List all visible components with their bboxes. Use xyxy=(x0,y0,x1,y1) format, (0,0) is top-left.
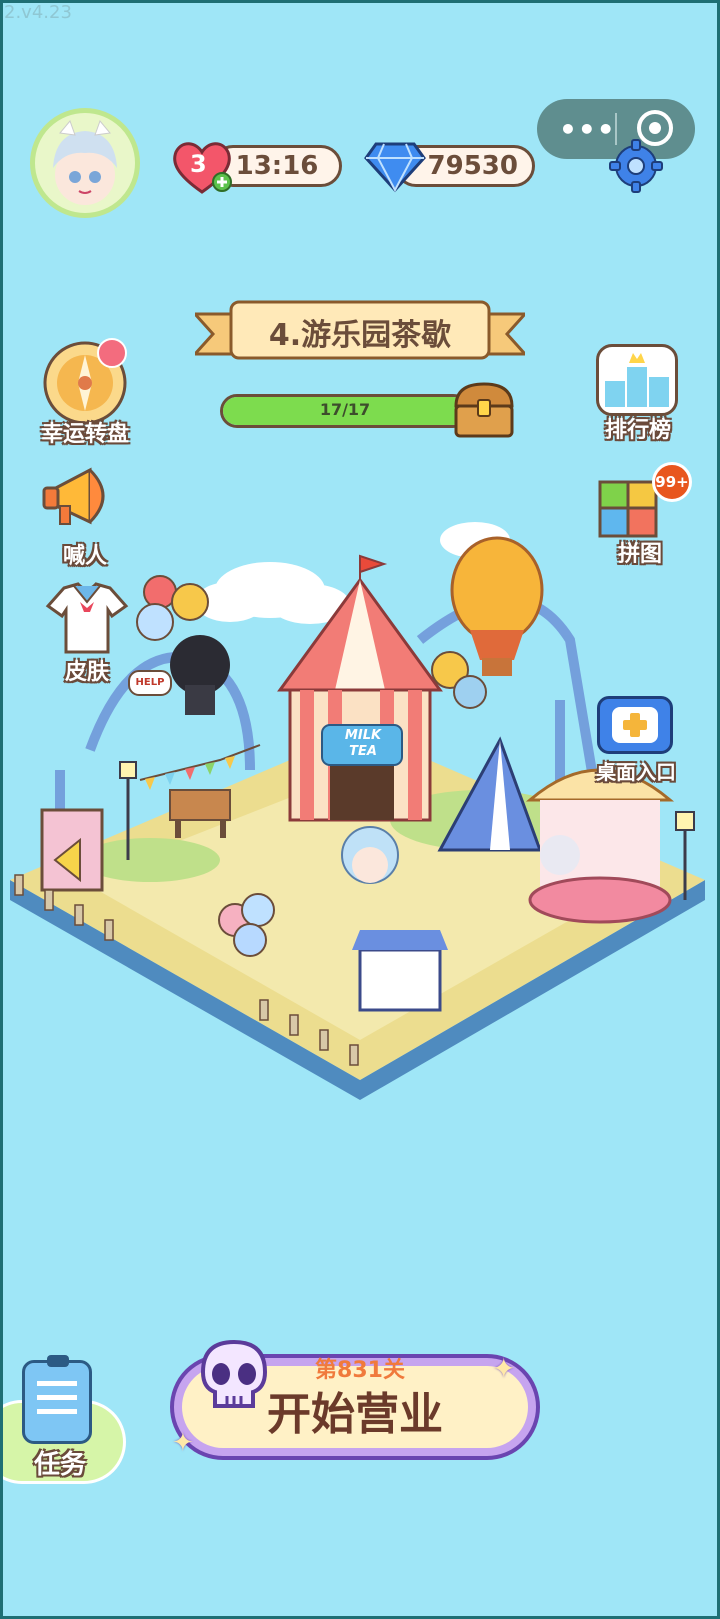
milk-tea-sign: MILK TEA xyxy=(325,728,401,760)
start-business-button[interactable]: 第831关 开始营业 ✦ ✦ xyxy=(170,1338,540,1460)
level-title: 4.游乐园茶歇 xyxy=(268,318,452,353)
gems-value: 79530 xyxy=(427,151,518,181)
lucky-wheel-button[interactable]: 幸运转盘 xyxy=(35,338,135,448)
clipboard-icon xyxy=(22,1355,92,1444)
ranking-label: 排行榜 xyxy=(604,418,671,443)
lucky-wheel-label: 幸运转盘 xyxy=(40,422,129,447)
add-icon xyxy=(597,696,673,754)
milk-tea-line1: MILK xyxy=(344,728,382,743)
start-label: 开始营业 xyxy=(267,1389,443,1440)
amusement-park-scene: MILK TEA HELP xyxy=(0,520,720,1140)
notification-dot xyxy=(97,338,127,368)
help-text: HELP xyxy=(135,677,165,688)
task-label: 任务 xyxy=(33,1450,86,1480)
desktop-entry-button[interactable]: 桌面入口 xyxy=(585,692,705,790)
progress-text: 17/17 xyxy=(319,400,371,419)
lives-count: 3 xyxy=(190,150,207,178)
desktop-label: 桌面入口 xyxy=(596,760,676,784)
level-banner: 4.游乐园茶歇 xyxy=(195,298,525,370)
version-label: 2.v4.23 xyxy=(4,2,72,23)
puzzle-badge-count: 99+ xyxy=(655,473,689,491)
puzzle-badge: 99+ xyxy=(652,462,692,502)
podium-icon xyxy=(596,344,678,416)
timer-value: 13:16 xyxy=(235,151,319,181)
milk-tea-line2: TEA xyxy=(349,744,377,759)
treasure-chest-icon[interactable] xyxy=(450,378,518,440)
sparkle-icon: ✦ xyxy=(172,1428,194,1458)
diamond-icon[interactable] xyxy=(364,138,426,194)
task-button[interactable]: 任务 xyxy=(0,1355,130,1488)
gear-icon[interactable] xyxy=(608,138,664,194)
sparkle-icon: ✦ xyxy=(492,1352,516,1385)
ranking-button[interactable]: 排行榜 xyxy=(588,340,688,444)
help-bubble: HELP xyxy=(128,670,172,696)
heart-icon[interactable]: 3 xyxy=(170,138,234,198)
level-progress-bar: 17/17 xyxy=(220,394,470,428)
avatar[interactable] xyxy=(30,108,140,218)
